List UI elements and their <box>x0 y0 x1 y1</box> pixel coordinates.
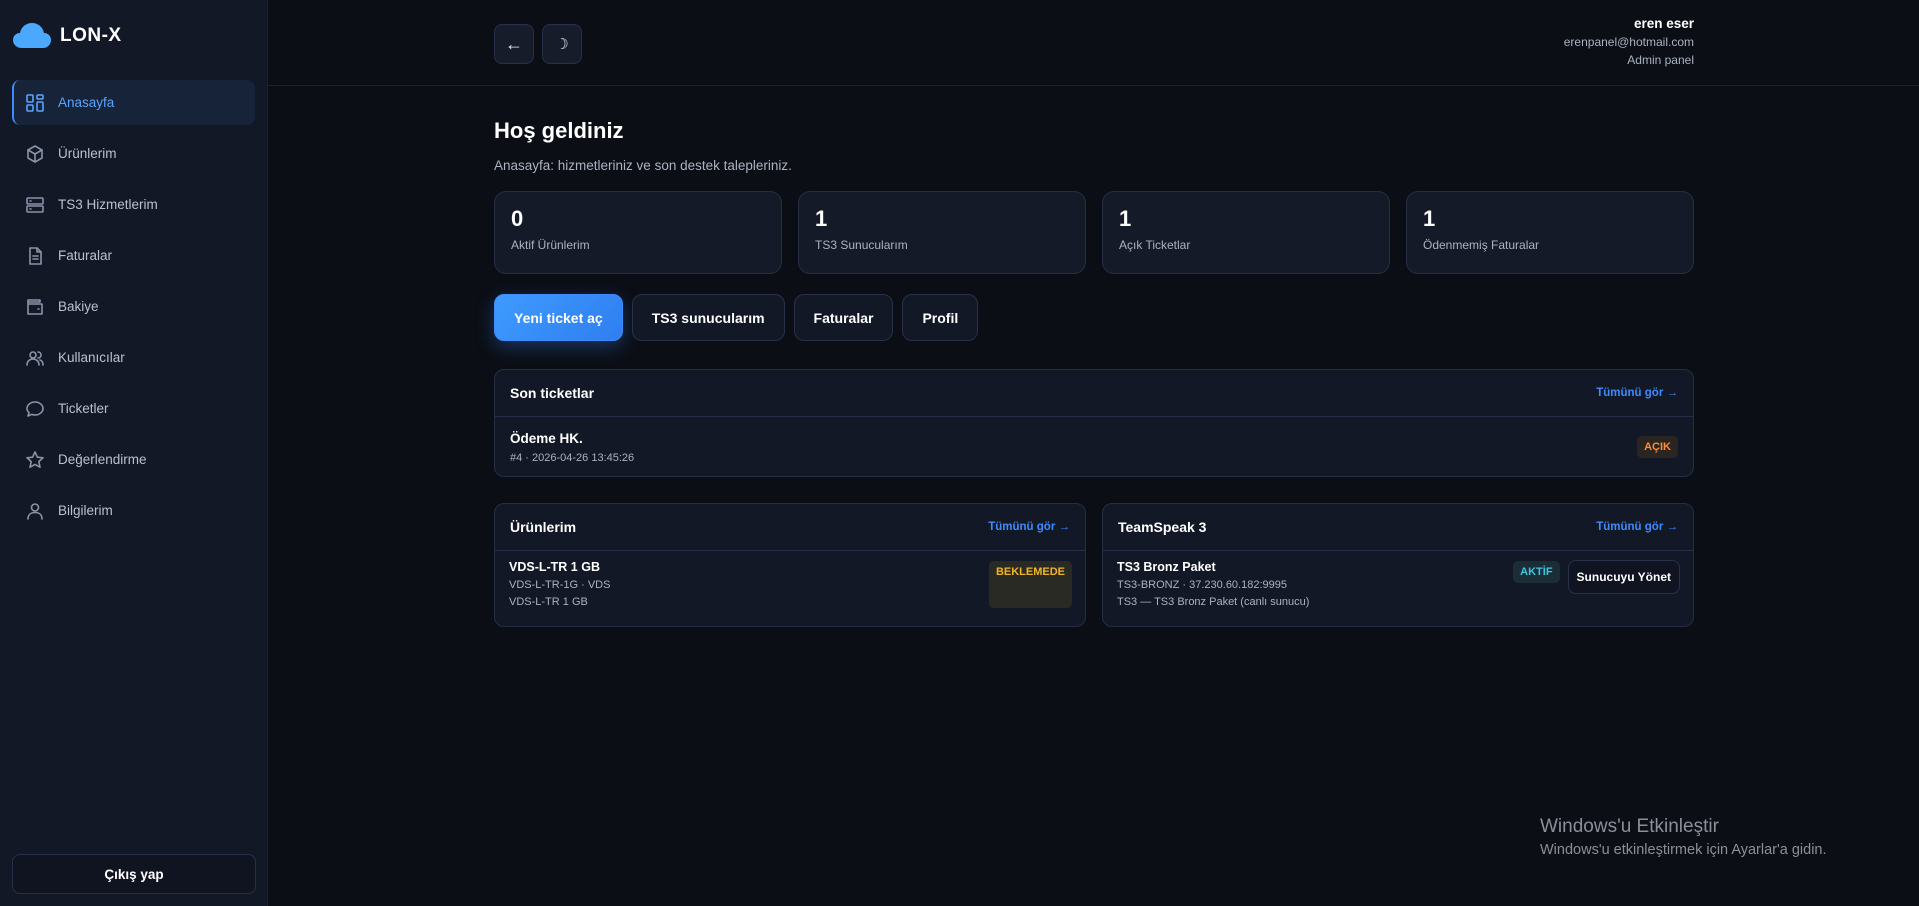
brand-name: LON-X <box>60 25 122 46</box>
panel-title: TeamSpeak 3 <box>1118 519 1207 535</box>
stat-value: 1 <box>815 206 828 231</box>
sidebar-item-faturalar[interactable]: Faturalar <box>12 233 255 278</box>
ts3-address: TS3-BRONZ · 37.230.60.182:9995 <box>1117 579 1287 591</box>
wallet-icon <box>24 296 46 318</box>
see-all-products-link[interactable]: Tümünü gör → <box>988 521 1070 533</box>
ticket-title: Ödeme HK. <box>510 430 583 446</box>
status-badge: AÇIK <box>1637 436 1678 458</box>
ts3-actions: AKTİF Sunucuyu Yönet <box>1513 560 1680 608</box>
brand[interactable]: LON-X <box>0 0 267 72</box>
user-icon <box>24 500 46 522</box>
ticket-meta: #4 · 2026-04-26 13:45:26 <box>510 451 635 464</box>
ts3-row[interactable]: TS3 Bronz Paket TS3-BRONZ · 37.230.60.18… <box>1103 551 1693 608</box>
see-all-ts3-link[interactable]: Tümünü gör → <box>1596 521 1678 533</box>
app-root: LON-X Anasayfa Ürünlerim TS3 Hizmetlerim <box>0 0 1919 906</box>
invoices-button[interactable]: Faturalar <box>793 294 894 341</box>
sidebar-item-label: Faturalar <box>58 248 113 263</box>
stat-label: Ödenmemiş Faturalar <box>1423 238 1540 252</box>
teamspeak-panel: TeamSpeak 3 Tümünü gör → TS3 Bronz Paket… <box>1102 503 1694 627</box>
page-subtitle: Anasayfa: hizmetleriniz ve son destek ta… <box>494 158 792 173</box>
sidebar-item-label: Ürünlerim <box>58 146 117 161</box>
panel-header: Son ticketlar Tümünü gör → <box>495 370 1693 417</box>
stat-card-active-products: 0 Aktif Ürünlerim <box>494 191 782 274</box>
sidebar-item-degerlendirme[interactable]: Değerlendirme <box>12 437 255 482</box>
panel-header: TeamSpeak 3 Tümünü gör → <box>1103 504 1693 551</box>
sidebar: LON-X Anasayfa Ürünlerim TS3 Hizmetlerim <box>0 0 268 906</box>
user-email: erenpanel@hotmail.com <box>1563 35 1694 49</box>
sidebar-item-bakiye[interactable]: Bakiye <box>12 284 255 329</box>
stat-value: 1 <box>1119 206 1132 231</box>
sidebar-item-label: Kullanıcılar <box>58 350 125 365</box>
stat-label: TS3 Sunucularım <box>815 238 908 252</box>
new-ticket-button[interactable]: Yeni ticket aç <box>494 294 623 341</box>
document-icon <box>24 245 46 267</box>
products-panel: Ürünlerim Tümünü gör → VDS-L-TR 1 GB VDS… <box>494 503 1086 627</box>
stat-card-open-tickets: 1 Açık Ticketlar <box>1102 191 1390 274</box>
panel-header: Ürünlerim Tümünü gör → <box>495 504 1085 551</box>
user-role: Admin panel <box>1627 53 1694 67</box>
sidebar-item-kullanicilar[interactable]: Kullanıcılar <box>12 335 255 380</box>
product-code: VDS-L-TR-1G · VDS <box>509 579 611 591</box>
chat-icon <box>24 398 46 420</box>
star-icon <box>24 449 46 471</box>
bottom-panels: Ürünlerim Tümünü gör → VDS-L-TR 1 GB VDS… <box>494 503 1694 627</box>
page-title: Hoş geldiniz <box>494 118 624 143</box>
sidebar-item-ts3-hizmetlerim[interactable]: TS3 Hizmetlerim <box>12 182 255 227</box>
user-info: eren eser erenpanel@hotmail.com Admin pa… <box>1564 16 1694 67</box>
panel-title: Ürünlerim <box>510 519 577 535</box>
box-icon <box>24 143 46 165</box>
dashboard-content: Hoş geldiniz Anasayfa: hizmetleriniz ve … <box>494 118 1694 627</box>
status-badge: AKTİF <box>1513 561 1560 583</box>
arrow-left-icon: ← <box>505 33 523 54</box>
cloud-logo-icon <box>13 23 51 48</box>
sidebar-item-anasayfa[interactable]: Anasayfa <box>12 80 255 125</box>
product-row[interactable]: VDS-L-TR 1 GB VDS-L-TR-1G · VDS VDS-L-TR… <box>495 551 1085 608</box>
stat-card-unpaid-invoices: 1 Ödenmemiş Faturalar <box>1406 191 1694 274</box>
sidebar-item-label: Değerlendirme <box>58 452 147 467</box>
stat-value: 1 <box>1423 206 1436 231</box>
sidebar-item-bilgilerim[interactable]: Bilgilerim <box>12 488 255 533</box>
stat-label: Açık Ticketlar <box>1119 238 1191 252</box>
stat-card-ts3-servers: 1 TS3 Sunucularım <box>798 191 1086 274</box>
server-icon <box>24 194 46 216</box>
main-area: ← ☽ eren eser erenpanel@hotmail.com Admi… <box>268 0 1919 906</box>
topbar: ← ☽ eren eser erenpanel@hotmail.com Admi… <box>268 0 1919 86</box>
logout-button[interactable]: Çıkış yap <box>12 854 256 894</box>
sidebar-item-ticketler[interactable]: Ticketler <box>12 386 255 431</box>
ts3-servers-button[interactable]: TS3 sunucularım <box>631 294 785 341</box>
sidebar-item-label: Bakiye <box>58 299 99 314</box>
sidebar-item-urunlerim[interactable]: Ürünlerim <box>12 131 255 176</box>
status-badge: BEKLEMEDE <box>988 561 1072 608</box>
sidebar-item-label: TS3 Hizmetlerim <box>58 197 158 212</box>
watermark-title: Windows'u Etkinleştir <box>1540 816 1719 837</box>
profile-button[interactable]: Profil <box>902 294 979 341</box>
sidebar-item-label: Anasayfa <box>58 95 115 110</box>
product-title: VDS-L-TR 1 GB <box>509 560 600 574</box>
user-name: eren eser <box>1633 16 1694 31</box>
users-icon <box>24 347 46 369</box>
ts3-title: TS3 Bronz Paket <box>1117 560 1216 574</box>
stats-row: 0 Aktif Ürünlerim 1 TS3 Sunucularım 1 Aç… <box>494 191 1694 274</box>
quick-actions: Yeni ticket aç TS3 sunucularım Faturalar… <box>494 294 1694 341</box>
windows-activation-watermark: Windows'u Etkinleştir Windows'u etkinleş… <box>1540 816 1827 858</box>
watermark-subtitle: Windows'u etkinleştirmek için Ayarlar'a … <box>1540 842 1827 858</box>
sidebar-item-label: Bilgilerim <box>58 503 113 518</box>
panel-title: Son ticketlar <box>510 385 595 401</box>
back-button[interactable]: ← <box>494 24 534 64</box>
ticket-row[interactable]: Ödeme HK. #4 · 2026-04-26 13:45:26 AÇIK <box>495 417 1693 477</box>
sidebar-item-label: Ticketler <box>58 401 109 416</box>
ts3-description: TS3 — TS3 Bronz Paket (canlı sunucu) <box>1117 596 1310 608</box>
recent-tickets-panel: Son ticketlar Tümünü gör → Ödeme HK. #4 … <box>494 369 1694 477</box>
stat-value: 0 <box>511 206 524 231</box>
product-description: VDS-L-TR 1 GB <box>509 596 588 608</box>
moon-icon: ☽ <box>555 36 569 53</box>
sidebar-nav: Anasayfa Ürünlerim TS3 Hizmetlerim Fatur… <box>0 80 267 533</box>
dashboard-icon <box>24 92 46 114</box>
theme-toggle-button[interactable]: ☽ <box>542 24 582 64</box>
stat-label: Aktif Ürünlerim <box>511 238 590 252</box>
see-all-tickets-link[interactable]: Tümünü gör → <box>1596 387 1678 399</box>
manage-server-button[interactable]: Sunucuyu Yönet <box>1567 560 1680 594</box>
